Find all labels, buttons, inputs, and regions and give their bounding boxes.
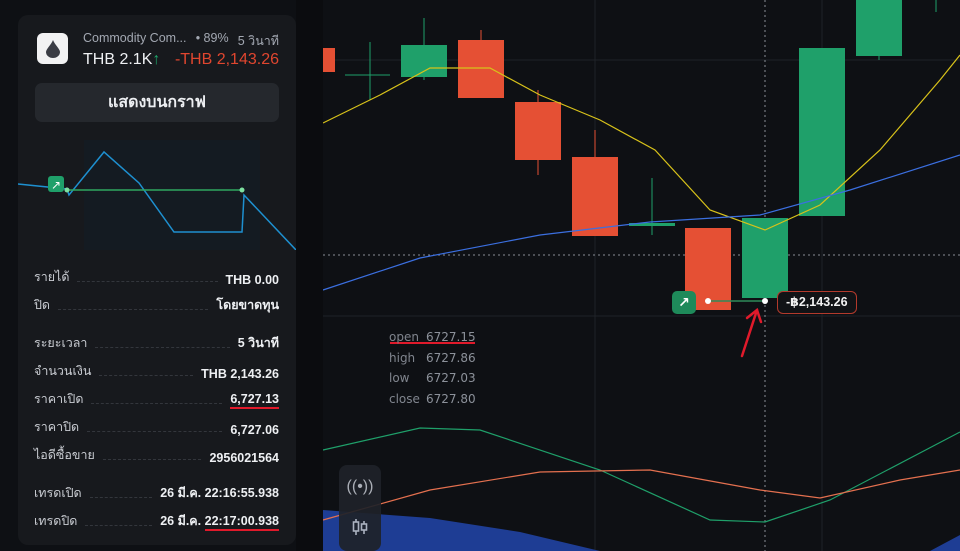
detail-row-amount: จำนวนเงิน THB 2,143.26 (34, 364, 279, 381)
candle (572, 157, 618, 236)
signals-icon[interactable]: ((•)) (339, 467, 381, 507)
candle (799, 48, 845, 216)
payout: • 89% (195, 31, 229, 45)
detail-row-open-price: ราคาเปิด 6,727.13 (34, 381, 279, 409)
asset-name: Commodity Com... (83, 31, 187, 45)
chart-tools: ((•)) (339, 465, 381, 551)
mini-trade-chart: ↗ (18, 140, 296, 250)
profit-loss-tag: -฿2,143.26 (777, 291, 857, 314)
duration: 5 วินาที (237, 34, 279, 48)
svg-text:↗: ↗ (51, 178, 61, 192)
candle (515, 102, 561, 160)
trade-direction-up-icon[interactable]: ↗ (672, 291, 696, 314)
oil-drop-icon (37, 33, 68, 64)
ohlc-readout: open 6727.15 high 6727.86 low 6727.03 close… (389, 330, 476, 406)
arrow-up-icon: ↑ (152, 51, 161, 68)
ma-slow-line (322, 154, 960, 291)
detail-row-income: รายได้ THB 0.00 (34, 270, 279, 287)
detail-row-duration: ระยะเวลา 5 วินาที (34, 336, 279, 350)
trade-details-panel: Commodity Com... • 89% 5 วินาที THB 2.1K… (18, 15, 296, 545)
show-on-chart-button[interactable]: แสดงบนกราฟ (35, 83, 279, 122)
detail-row-trade-close: เทรดปิด 26 มี.ค. 22:17:00.938 (34, 503, 279, 531)
oscillator-green-line (322, 427, 960, 523)
detail-row-trade-open: เทรดเปิด 26 มี.ค. 22:16:55.938 (34, 486, 279, 500)
candle (323, 48, 335, 72)
detail-row-close-price: ราคาปิด 6,727.06 (34, 420, 279, 437)
ma-fast-line (322, 54, 960, 231)
candles (323, 0, 937, 310)
panel-gutter (296, 0, 323, 551)
trade-close-marker (762, 298, 768, 304)
crosshair (323, 0, 960, 551)
trade-open-marker (705, 298, 711, 304)
annotation-arrow (740, 307, 763, 358)
detail-row-close: ปิด โดยขาดทุน (34, 298, 279, 312)
trade-detail-list: รายได้ THB 0.00 ปิด โดยขาดทุน ระยะเวลา 5 วิ… (34, 259, 279, 531)
volume-area (930, 535, 960, 551)
candlestick-icon[interactable] (339, 507, 381, 547)
candle (401, 45, 447, 77)
candle (856, 0, 902, 56)
oscillator-orange-line (322, 469, 960, 521)
trade-result: -THB 2,143.26 (174, 51, 279, 68)
detail-row-trade-id: ไอดีซื้อขาย 2956021564 (34, 448, 279, 465)
trade-amount: THB 2.1K (83, 51, 153, 68)
candle (458, 40, 504, 98)
